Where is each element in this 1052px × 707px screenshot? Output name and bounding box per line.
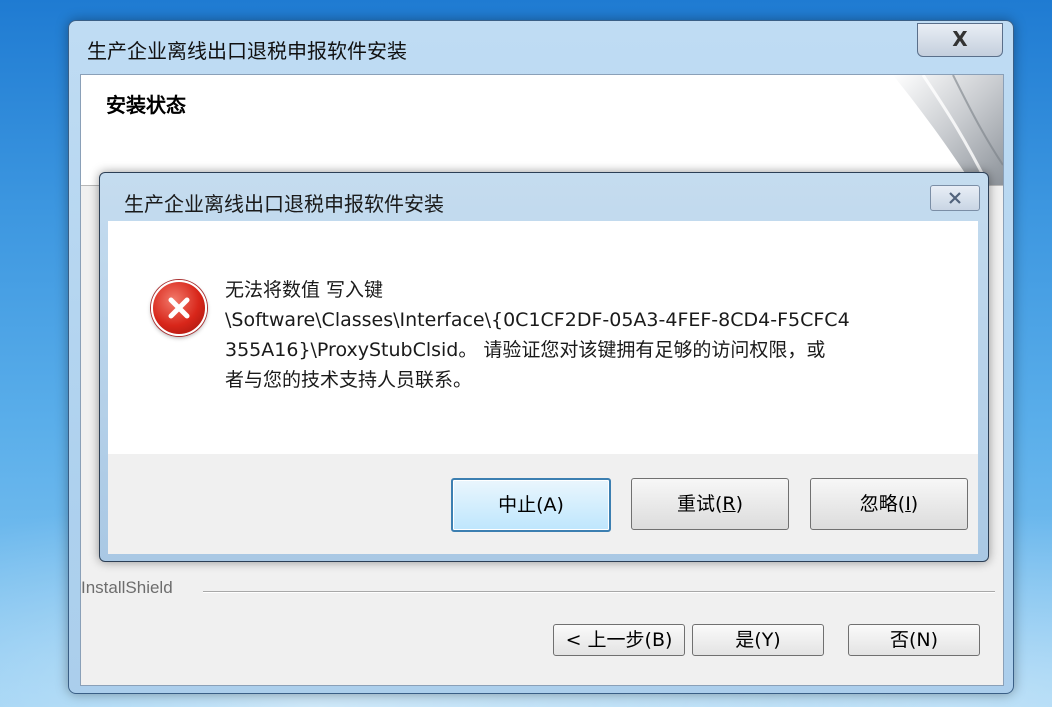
ignore-button[interactable]: 忽略(I) [810,478,968,530]
page-title: 安装状态 [106,93,186,117]
yes-button[interactable]: 是(Y) [692,624,824,656]
dialog-title: 生产企业离线出口退税申报软件安装 [124,192,444,216]
installshield-divider [203,591,995,593]
retry-button[interactable]: 重试(R) [631,478,789,530]
error-icon [151,280,207,336]
error-dialog: 生产企业离线出口退税申报软件安装 无法将数值 写入键 \Software\Cla… [99,172,989,562]
message-line: \Software\Classes\Interface\{0C1CF2DF-05… [225,309,850,331]
installshield-label: InstallShield [81,578,173,597]
page-curl-graphic [893,75,1003,185]
back-button[interactable]: < 上一步(B) [553,624,685,656]
no-button[interactable]: 否(N) [848,624,980,656]
abort-button[interactable]: 中止(A) [451,478,611,532]
dialog-body: 无法将数值 写入键 \Software\Classes\Interface\{0… [108,221,978,454]
installer-header: 安装状态 [81,75,1003,186]
close-icon [949,192,961,204]
installer-close-button[interactable]: X [917,23,1003,57]
installer-window-title: 生产企业离线出口退税申报软件安装 [87,39,407,63]
error-message: 无法将数值 写入键 \Software\Classes\Interface\{0… [225,275,925,395]
message-line: 无法将数值 写入键 [225,279,384,301]
dialog-close-button[interactable] [930,185,980,211]
message-line: 者与您的技术支持人员联系。 [225,369,473,391]
message-line: 355A16}\ProxyStubClsid。 请验证您对该键拥有足够的访问权限… [225,339,826,361]
